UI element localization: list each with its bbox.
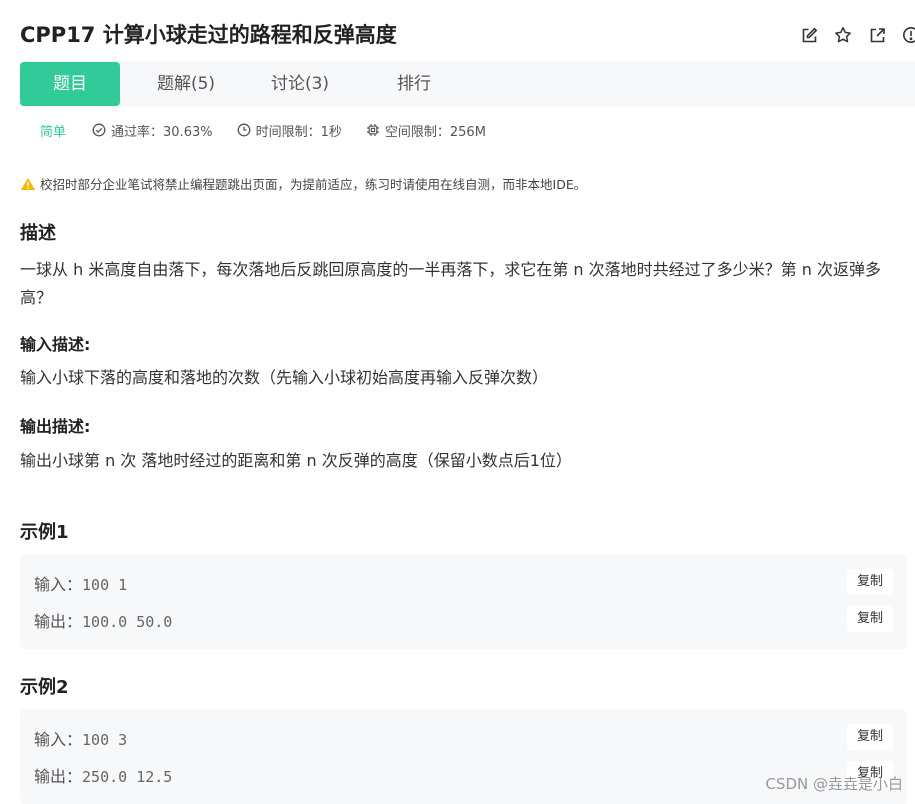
time-limit: 时间限制：1秒 — [237, 121, 342, 140]
output-description-text: 输出小球第 n 次 落地时经过的距离和第 n 次反弹的高度（保留小数点后1位） — [20, 451, 572, 470]
chip-icon — [366, 124, 379, 136]
time-limit-text: 时间限制：1秒 — [255, 124, 342, 140]
tab-ranking[interactable]: 排行 — [366, 62, 462, 106]
warning-icon — [21, 177, 35, 190]
problem-meta: 简单 通过率：30.63% 时间限制：1秒 空间限制：256M — [40, 118, 510, 142]
tab-solutions[interactable]: 题解(5) — [138, 62, 234, 106]
example-1-heading: 示例1 — [20, 522, 69, 543]
example-1-input-copy-button[interactable]: 复制 — [847, 569, 893, 595]
example-1-output-copy-button[interactable]: 复制 — [847, 606, 893, 632]
external-link-icon[interactable] — [867, 25, 887, 45]
pass-rate-text: 通过率：30.63% — [111, 124, 213, 140]
title-actions — [799, 25, 915, 45]
memory-limit: 空间限制：256M — [366, 121, 486, 140]
example-1-output-value: 100.0 50.0 — [82, 613, 173, 631]
memory-limit-text: 空间限制：256M — [384, 124, 486, 140]
input-description-text: 输入小球下落的高度和落地的次数（先输入小球初始高度再输入反弹次数） — [20, 368, 549, 387]
title-row: CPP17 计算小球走过的路程和反弹高度 — [20, 18, 915, 52]
example-2-input-label: 输入： — [34, 730, 83, 749]
example-1-input-label: 输入： — [34, 575, 83, 594]
input-description-heading: 输入描述: — [20, 335, 91, 354]
example-2-input: 输入：100 3 — [34, 726, 127, 750]
example-1-input-value: 100 1 — [82, 576, 128, 594]
example-1-output-label: 输出： — [34, 612, 83, 631]
csdn-watermark: CSDN @垚垚是小白 — [765, 775, 903, 793]
problem-tabs: 题目 题解(5) 讨论(3) 排行 — [20, 61, 915, 107]
notice-text: 校招时部分企业笔试将禁止编程题跳出页面，为提前适应，练习时请使用在线自测，而非本… — [40, 177, 587, 192]
star-icon[interactable] — [833, 25, 853, 45]
output-description-heading: 输出描述: — [20, 417, 91, 436]
example-2-input-copy-button[interactable]: 复制 — [847, 724, 893, 750]
page-title: CPP17 计算小球走过的路程和反弹高度 — [20, 23, 397, 47]
difficulty-badge: 简单 — [40, 124, 67, 140]
check-circle-icon — [92, 123, 106, 137]
example-2-output: 输出：250.0 12.5 — [34, 763, 172, 787]
example-1-input: 输入：100 1 — [34, 571, 127, 595]
exam-notice: 校招时部分企业笔试将禁止编程题跳出页面，为提前适应，练习时请使用在线自测，而非本… — [20, 174, 586, 193]
description-text: 一球从 h 米高度自由落下，每次落地后反跳回原高度的一半再落下，求它在第 n 次… — [20, 260, 881, 307]
example-2-output-label: 输出： — [34, 767, 83, 786]
tab-problem[interactable]: 题目 — [20, 62, 120, 106]
help-icon[interactable] — [901, 25, 915, 45]
example-1-panel: 输入：100 1 复制 输出：100.0 50.0 复制 — [20, 554, 907, 649]
clock-icon — [237, 123, 251, 137]
example-2-output-value: 250.0 12.5 — [82, 768, 173, 786]
pass-rate: 通过率：30.63% — [92, 121, 213, 140]
example-2-heading: 示例2 — [20, 677, 69, 698]
tab-discussion[interactable]: 讨论(3) — [252, 62, 348, 106]
example-1-output: 输出：100.0 50.0 — [34, 608, 172, 632]
example-2-input-value: 100 3 — [82, 731, 128, 749]
description-heading: 描述 — [20, 223, 56, 244]
edit-icon[interactable] — [799, 25, 819, 45]
